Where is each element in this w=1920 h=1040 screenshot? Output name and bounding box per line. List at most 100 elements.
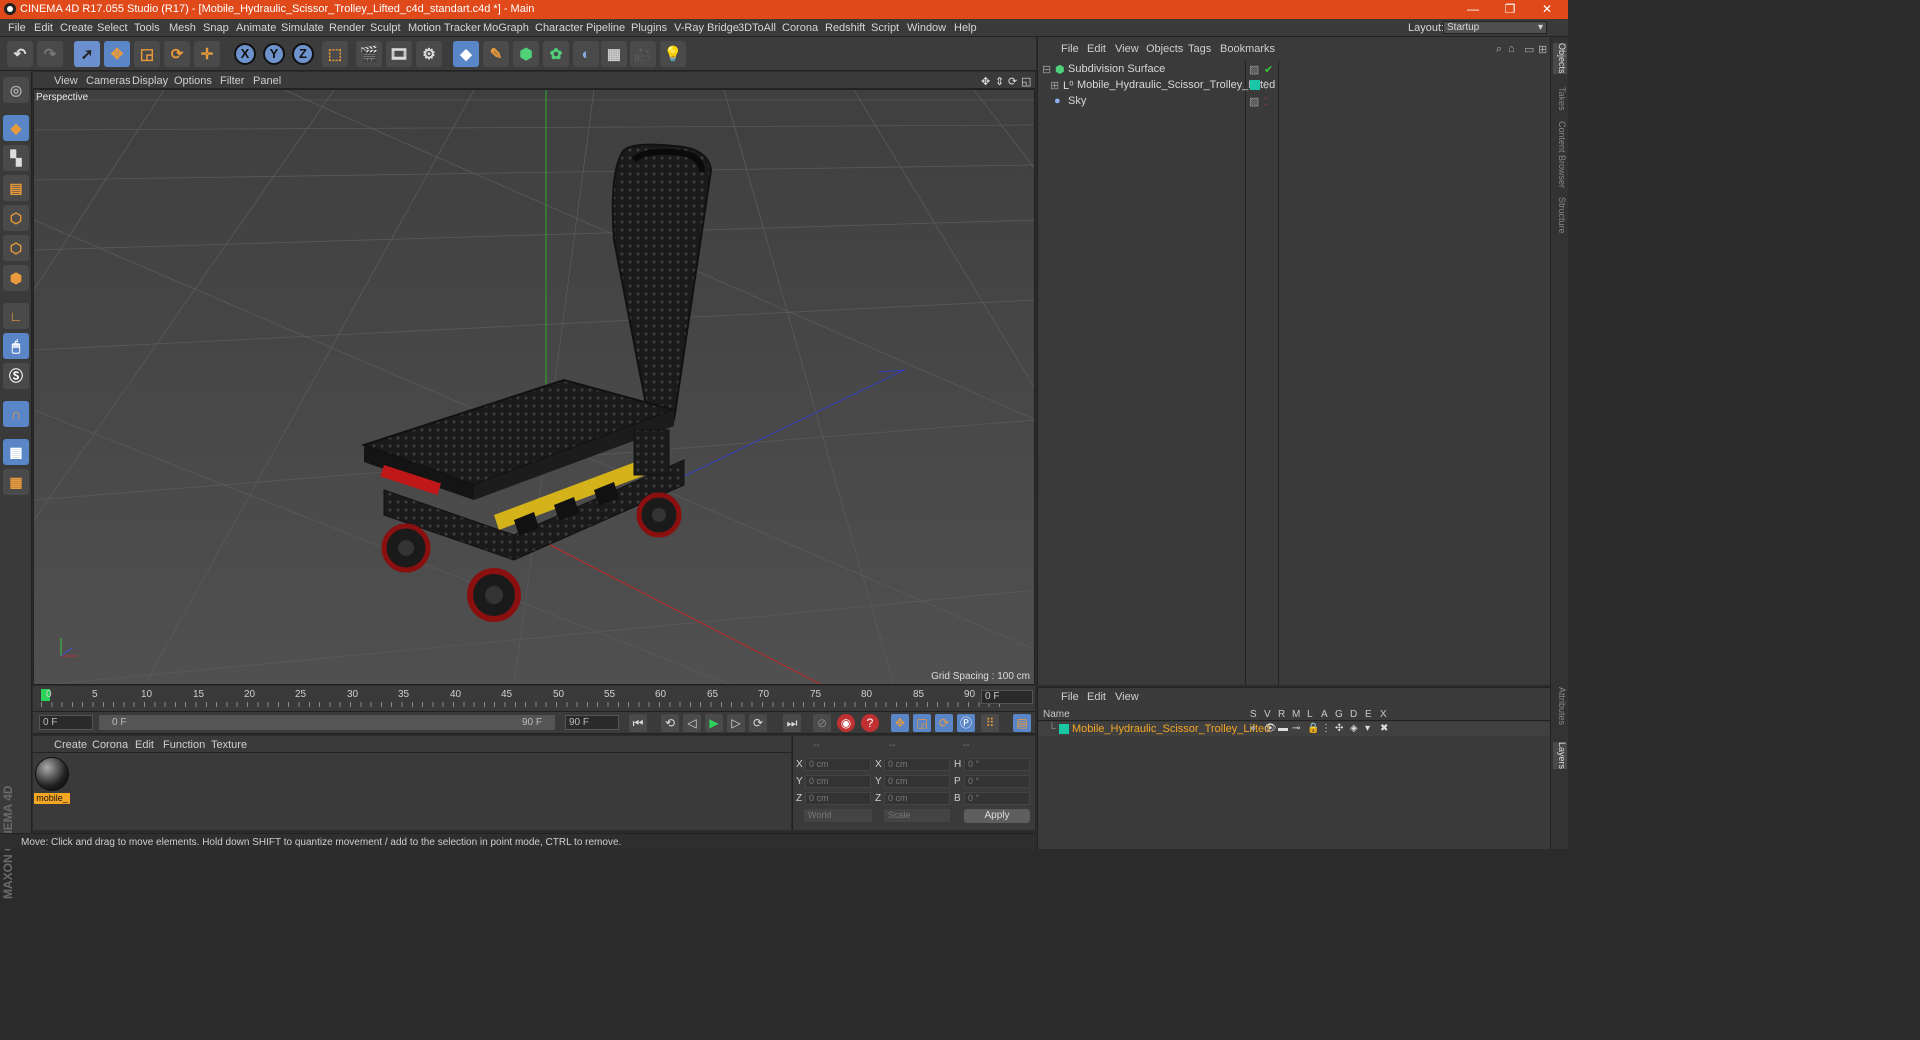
filter-icon[interactable]: ▭ xyxy=(1524,43,1534,56)
key-parameter-icon[interactable]: Ⓟ xyxy=(957,714,975,732)
layers-menu-file[interactable]: File xyxy=(1061,691,1079,703)
render-view-icon[interactable]: 🎬 xyxy=(356,41,382,67)
menu-motion-tracker[interactable]: Motion Tracker xyxy=(408,22,481,34)
key-scale-icon[interactable]: ◲ xyxy=(913,714,931,732)
start-frame-field[interactable]: 0 F xyxy=(39,715,93,730)
timeline-ruler[interactable]: 0 5 10 15 20 25 30 35 40 45 50 55 60 65 … xyxy=(33,686,1035,712)
material-menu-corona[interactable]: Corona xyxy=(92,739,128,751)
layer-col-locked[interactable]: L xyxy=(1307,709,1313,720)
viewport-zoom-icon[interactable]: ⇕ xyxy=(995,75,1004,88)
play-icon[interactable]: ▶ xyxy=(705,714,723,732)
material-preview-swatch[interactable] xyxy=(35,757,69,791)
viewport-camera-label[interactable]: Perspective xyxy=(36,92,88,103)
axis-mode-icon[interactable]: ∟ xyxy=(3,303,29,329)
menu-character[interactable]: Character xyxy=(535,22,583,34)
end-frame-field[interactable]: 90 F xyxy=(565,715,619,730)
tweak-mode-icon[interactable]: 🖱 xyxy=(3,333,29,359)
magnet-icon[interactable]: ∩ xyxy=(3,401,29,427)
workplane-mode-icon[interactable]: ▤ xyxy=(3,175,29,201)
points-mode-icon[interactable]: ⬡ xyxy=(3,205,29,231)
menu-render[interactable]: Render xyxy=(329,22,365,34)
lock-toggle-icon[interactable]: 🔒 xyxy=(1307,723,1319,734)
coordinate-mode-dropdown[interactable]: World xyxy=(804,809,872,822)
menu-script[interactable]: Script xyxy=(871,22,899,34)
close-button[interactable]: ✕ xyxy=(1529,1,1565,17)
keyframe-selection-icon[interactable]: ? xyxy=(861,714,879,732)
locked-workplane-icon[interactable]: ▦ xyxy=(3,439,29,465)
planar-workplane-icon[interactable]: ▦ xyxy=(3,469,29,495)
object-row-trolley[interactable]: ⊞ L⁰ Mobile_Hydraulic_Scissor_Trolley_Li… xyxy=(1038,77,1551,93)
material-menu-texture[interactable]: Texture xyxy=(211,739,247,751)
layer-color-tag[interactable] xyxy=(1250,80,1260,90)
material-menu-create[interactable]: Create xyxy=(54,739,87,751)
visibility-dots-icon[interactable]: ⁚ xyxy=(1264,95,1268,108)
layer-col-animation[interactable]: A xyxy=(1321,709,1328,720)
menu-vray-bridge[interactable]: V-Ray Bridge xyxy=(674,22,739,34)
tab-takes[interactable]: Takes xyxy=(1553,87,1567,111)
render-toggle-icon[interactable]: ▬ xyxy=(1278,723,1288,734)
coord-rot-b-field[interactable]: 0 ° xyxy=(964,792,1030,805)
enabled-check-icon[interactable]: ✔ xyxy=(1264,63,1273,76)
menu-pipeline[interactable]: Pipeline xyxy=(586,22,625,34)
coord-pos-y-field[interactable]: 0 cm xyxy=(805,775,871,788)
layers-menu-edit[interactable]: Edit xyxy=(1087,691,1106,703)
maximize-button[interactable]: ❐ xyxy=(1492,1,1528,17)
live-selection-icon[interactable]: ➚ xyxy=(74,41,100,67)
model-mode-icon[interactable]: ◆ xyxy=(3,115,29,141)
coord-pos-x-field[interactable]: 0 cm xyxy=(805,758,871,771)
key-pla-icon[interactable]: ⠿ xyxy=(981,714,999,732)
menu-plugins[interactable]: Plugins xyxy=(631,22,667,34)
viewport-menu-options[interactable]: Options xyxy=(174,75,212,87)
coord-pos-z-field[interactable]: 0 cm xyxy=(805,792,871,805)
layer-col-expressions[interactable]: E xyxy=(1365,709,1372,720)
menu-window[interactable]: Window xyxy=(907,22,946,34)
go-to-start-icon[interactable]: ⏮ xyxy=(629,714,647,732)
menu-redshift[interactable]: Redshift xyxy=(825,22,865,34)
deformer-toggle-icon[interactable]: ◈ xyxy=(1350,723,1358,734)
floor-scene-icon[interactable]: ▦ xyxy=(601,41,627,67)
coord-size-x-field[interactable]: 0 cm xyxy=(884,758,950,771)
current-frame-field[interactable]: 0 F xyxy=(981,690,1033,704)
search-icon[interactable]: ⌕ xyxy=(1496,43,1502,56)
previous-key-icon[interactable]: ⟲ xyxy=(661,714,679,732)
layer-row[interactable]: └ Mobile_Hydraulic_Scissor_Trolley_Lifte… xyxy=(1038,722,1551,736)
tab-layers[interactable]: Layers xyxy=(1553,742,1567,770)
apply-button[interactable]: Apply xyxy=(964,809,1030,823)
menu-simulate[interactable]: Simulate xyxy=(281,22,324,34)
polygons-mode-icon[interactable]: ⬢ xyxy=(3,265,29,291)
coord-rot-p-field[interactable]: 0 ° xyxy=(964,775,1030,788)
make-editable-icon[interactable]: ◎ xyxy=(3,77,29,103)
menu-mesh[interactable]: Mesh xyxy=(169,22,196,34)
edges-mode-icon[interactable]: ⬡ xyxy=(3,235,29,261)
render-picture-viewer-icon[interactable]: 🎞 xyxy=(386,41,412,67)
material-menu-function[interactable]: Function xyxy=(163,739,205,751)
key-rotation-icon[interactable]: ⟳ xyxy=(935,714,953,732)
xref-toggle-icon[interactable]: ✖ xyxy=(1380,723,1388,734)
deformer-icon[interactable]: ◐ xyxy=(573,41,599,67)
texture-mode-icon[interactable]: ▚ xyxy=(3,145,29,171)
view-toggle-icon[interactable]: 👁 xyxy=(1264,723,1277,734)
record-keys-icon[interactable]: ⊘ xyxy=(813,714,831,732)
objects-menu-edit[interactable]: Edit xyxy=(1087,43,1106,55)
menu-mograph[interactable]: MoGraph xyxy=(483,22,529,34)
axis-z-lock-button[interactable]: Z xyxy=(292,43,314,65)
solo-toggle-icon[interactable]: ● xyxy=(1250,723,1256,734)
objects-menu-objects[interactable]: Objects xyxy=(1146,43,1183,55)
minimize-button[interactable]: — xyxy=(1455,1,1491,17)
visibility-dots-icon[interactable]: ⁚ xyxy=(1264,79,1268,92)
size-mode-dropdown[interactable]: Scale xyxy=(884,809,950,822)
viewport-maximize-icon[interactable]: ◱ xyxy=(1021,75,1031,88)
redo-icon[interactable]: ↷ xyxy=(37,41,63,67)
menu-tools[interactable]: Tools xyxy=(134,22,160,34)
layers-menu-view[interactable]: View xyxy=(1115,691,1139,703)
objects-menu-tags[interactable]: Tags xyxy=(1188,43,1211,55)
menu-file[interactable]: File xyxy=(8,22,26,34)
coordinate-system-icon[interactable]: ⬚ xyxy=(322,41,348,67)
spline-pen-icon[interactable]: ✎ xyxy=(483,41,509,67)
viewport-move-icon[interactable]: ✥ xyxy=(981,75,990,88)
objects-menu-file[interactable]: File xyxy=(1061,43,1079,55)
preview-range-slider[interactable]: 0 F 90 F xyxy=(99,715,555,730)
go-to-end-icon[interactable]: ⏭ xyxy=(783,714,801,732)
new-window-icon[interactable]: ⊞ xyxy=(1538,43,1547,56)
menu-snap[interactable]: Snap xyxy=(203,22,229,34)
